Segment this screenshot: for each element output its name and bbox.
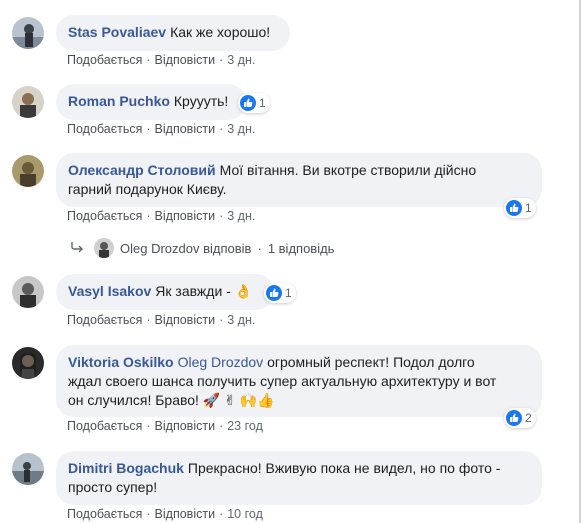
avatar[interactable] bbox=[12, 347, 44, 379]
view-replies-link[interactable]: Oleg Drozdov відповів · 1 відповідь bbox=[70, 238, 334, 258]
reply-link[interactable]: Відповісти bbox=[155, 507, 216, 521]
comment-text: ждал своего шанса получить супер актуаль… bbox=[68, 373, 497, 389]
reaction-number: 2 bbox=[525, 411, 532, 425]
reply-arrow-icon bbox=[70, 241, 84, 256]
avatar[interactable] bbox=[12, 155, 44, 187]
separator-dot: · bbox=[219, 507, 224, 521]
like-icon bbox=[506, 410, 522, 426]
comment-bubble: Stas Povaliaev Как же хорошо! bbox=[56, 15, 290, 51]
reaction-number: 1 bbox=[259, 96, 266, 110]
like-link[interactable]: Подобається bbox=[67, 122, 142, 136]
like-link[interactable]: Подобається bbox=[67, 313, 142, 327]
separator-dot: · bbox=[146, 419, 151, 433]
comment-bubble: Vasyl Isakov Як завжди - 👌 bbox=[56, 274, 274, 310]
comments-panel: Stas Povaliaev Как же хорошо! Подобається… bbox=[0, 0, 581, 523]
like-icon bbox=[240, 95, 256, 111]
avatar[interactable] bbox=[12, 86, 44, 118]
like-link[interactable]: Подобається bbox=[67, 53, 142, 67]
like-link[interactable]: Подобається bbox=[67, 419, 142, 433]
reply-author: Oleg Drozdov bbox=[120, 240, 200, 256]
like-link[interactable]: Подобається bbox=[67, 209, 142, 223]
reply-link[interactable]: Відповісти bbox=[155, 122, 216, 136]
comment-bubble: Roman Puchko Круууть! bbox=[56, 84, 246, 120]
comment-text: Як завжди - bbox=[155, 283, 231, 299]
separator-dot: · bbox=[219, 122, 224, 136]
comment-timestamp[interactable]: 10 год bbox=[227, 507, 263, 521]
comment-text: Мої вітання. Ви вкотре створили дійсно bbox=[219, 162, 477, 178]
separator-dot: · bbox=[219, 209, 224, 223]
comment-actions: Подобається · Відповісти · 3 дн. bbox=[67, 122, 255, 136]
comment-text: Прекрасно! Вживую пока не видел, но по ф… bbox=[187, 460, 501, 476]
comment-timestamp[interactable]: 3 дн. bbox=[227, 313, 255, 327]
comment-actions: Подобається · Відповісти · 3 дн. bbox=[67, 313, 255, 327]
comment-author[interactable]: Viktoria Oskilko bbox=[68, 354, 174, 370]
avatar[interactable] bbox=[12, 453, 44, 485]
comment-author[interactable]: Stas Povaliaev bbox=[68, 24, 166, 40]
emoji-group: 🚀 ✌ 🙌👍 bbox=[202, 392, 275, 408]
reply-link[interactable]: Відповісти bbox=[155, 209, 216, 223]
reaction-count[interactable]: 1 bbox=[264, 283, 296, 303]
separator-dot: · bbox=[146, 507, 151, 521]
separator-dot: · bbox=[219, 53, 224, 67]
ok-hand-emoji: 👌 bbox=[234, 283, 253, 299]
separator-dot: · bbox=[257, 240, 262, 256]
reply-link[interactable]: Відповісти bbox=[155, 419, 216, 433]
reply-link[interactable]: Відповісти bbox=[155, 313, 216, 327]
comment-text: он случился! Браво! bbox=[68, 392, 199, 408]
comment-bubble: Dimitri Bogachuk Прекрасно! Вживую пока н… bbox=[56, 451, 542, 505]
separator-dot: · bbox=[146, 53, 151, 67]
separator-dot: · bbox=[146, 313, 151, 327]
separator-dot: · bbox=[219, 313, 224, 327]
comment-author[interactable]: Roman Puchko bbox=[68, 93, 170, 109]
comment-bubble: Viktoria Oskilko Oleg Drozdov огромный ре… bbox=[56, 345, 542, 417]
reaction-count[interactable]: 1 bbox=[238, 93, 270, 113]
comment-timestamp[interactable]: 23 год bbox=[227, 419, 263, 433]
like-link[interactable]: Подобається bbox=[67, 507, 142, 521]
comment-actions: Подобається · Відповісти · 3 дн. bbox=[67, 209, 255, 223]
comment-text: гарний подарунок Києву. bbox=[68, 181, 227, 197]
like-icon bbox=[506, 200, 522, 216]
reaction-count[interactable]: 2 bbox=[504, 408, 536, 428]
comment-timestamp[interactable]: 3 дн. bbox=[227, 209, 255, 223]
comment-author[interactable]: Олександр Столовий bbox=[68, 162, 216, 178]
reply-link[interactable]: Відповісти bbox=[155, 53, 216, 67]
mention-link[interactable]: Oleg Drozdov bbox=[178, 354, 264, 370]
avatar[interactable] bbox=[12, 17, 44, 49]
reply-verb: відповів bbox=[203, 240, 252, 256]
comment-text: огромный респект! Подол долго bbox=[267, 354, 475, 370]
separator-dot: · bbox=[219, 419, 224, 433]
comment-actions: Подобається · Відповісти · 3 дн. bbox=[67, 53, 255, 67]
reaction-count[interactable]: 1 bbox=[504, 198, 536, 218]
reply-count: 1 відповідь bbox=[267, 240, 335, 256]
comment-actions: Подобається · Відповісти · 10 год bbox=[67, 507, 263, 521]
avatar[interactable] bbox=[12, 276, 44, 308]
comment-bubble: Олександр Столовий Мої вітання. Ви вкотре… bbox=[56, 153, 542, 207]
comment-text: Как же хорошо! bbox=[170, 24, 271, 40]
comment-timestamp[interactable]: 3 дн. bbox=[227, 122, 255, 136]
comment-actions: Подобається · Відповісти · 23 год bbox=[67, 419, 263, 433]
reaction-number: 1 bbox=[285, 286, 292, 300]
comment-author[interactable]: Dimitri Bogachuk bbox=[68, 460, 184, 476]
comment-timestamp[interactable]: 3 дн. bbox=[227, 53, 255, 67]
avatar bbox=[94, 238, 114, 258]
like-icon bbox=[266, 285, 282, 301]
separator-dot: · bbox=[146, 122, 151, 136]
comment-text: Круууть! bbox=[173, 93, 229, 109]
comment-text: просто супер! bbox=[68, 479, 158, 495]
comment-author[interactable]: Vasyl Isakov bbox=[68, 283, 151, 299]
separator-dot: · bbox=[146, 209, 151, 223]
reaction-number: 1 bbox=[525, 201, 532, 215]
